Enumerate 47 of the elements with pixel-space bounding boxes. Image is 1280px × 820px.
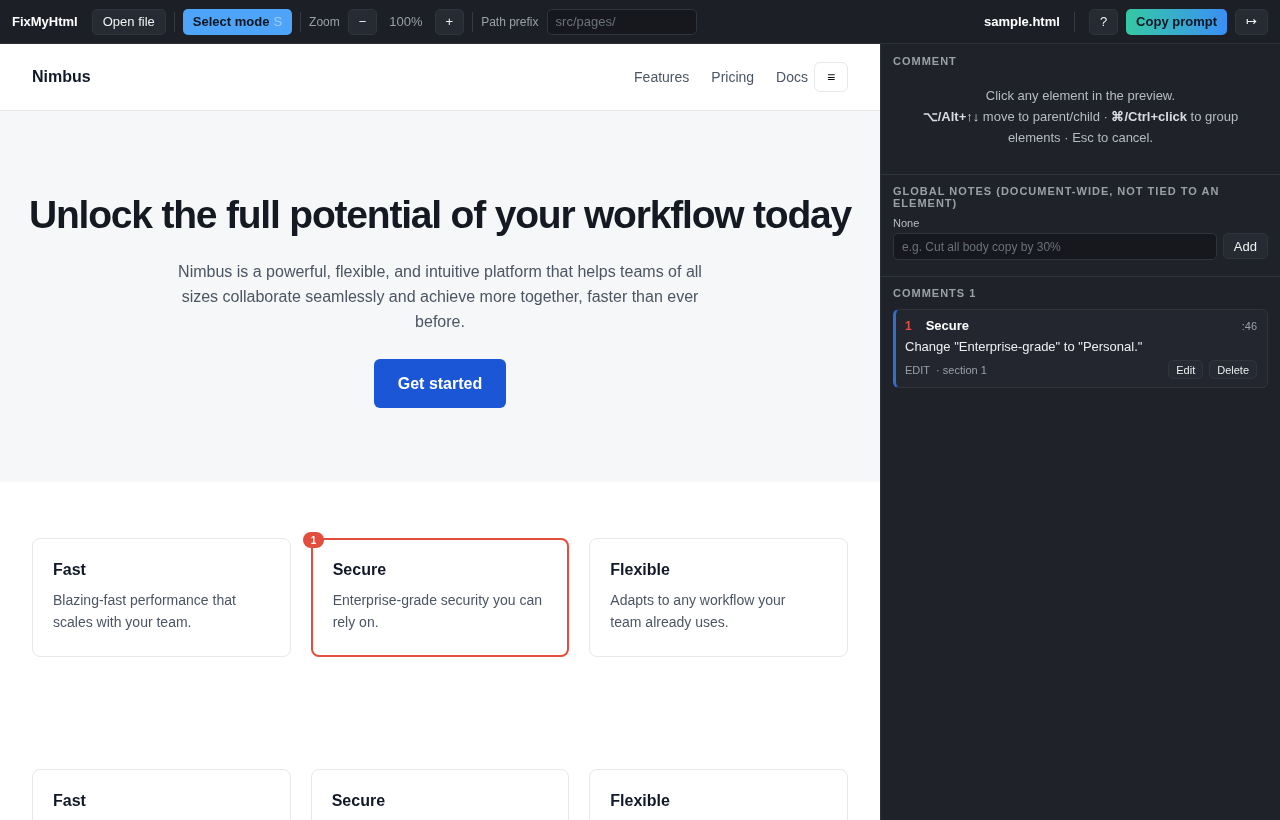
path-prefix-field[interactable]: src/pages/: [546, 8, 697, 35]
card-title: Flexible: [610, 792, 671, 810]
line-number: :46: [1241, 319, 1257, 332]
get-started-button[interactable]: Get started: [373, 359, 507, 408]
file-name: sample.html: [984, 14, 1060, 29]
hint-text: Click any element in the preview.: [984, 87, 1177, 105]
hero-text: Nimbus is a powerful, flexible, and intuitive platform that helps teams of all sizes collaborate seamlessly and achieve more together, faster than ever before.: [177, 262, 703, 332]
comment-location: · section 1: [936, 363, 987, 376]
path-prefix-label: Path prefix: [481, 14, 539, 29]
section-heading: COMMENTS 1: [893, 287, 978, 299]
delete-button[interactable]: Delete: [1209, 360, 1257, 379]
collapse-button[interactable]: ↦: [1235, 8, 1268, 35]
nav-link[interactable]: Features: [634, 69, 690, 85]
comment-text: Change "Enterprise-grade" to "Personal.": [905, 339, 1144, 354]
notes-value: None: [893, 217, 921, 229]
comment-type: EDIT: [905, 363, 931, 376]
zoom-out-button[interactable]: −: [347, 8, 378, 35]
zoom-in-button[interactable]: +: [434, 8, 465, 35]
card-text: Enterprise-grade security you can rely on.: [332, 591, 543, 632]
comment-title: Secure: [925, 318, 970, 333]
card-title: Secure: [331, 792, 387, 810]
card-text: Adapts to any workflow your team already uses.: [610, 591, 787, 632]
menu-button[interactable]: ≡: [814, 62, 848, 92]
edit-button[interactable]: Edit: [1168, 360, 1204, 379]
section-heading: COMMENT: [893, 55, 958, 67]
hint-text: ⌥/Alt+↑↓ move to parent/child · ⌘/Ctrl+click to group elements · Esc to cancel.: [921, 108, 1240, 147]
add-button[interactable]: Add: [1222, 233, 1268, 259]
nav-link[interactable]: Pricing: [711, 69, 755, 85]
open-file-button[interactable]: Open file: [91, 8, 166, 35]
card-title: Fast: [53, 561, 87, 579]
zoom-value: 100%: [388, 14, 424, 29]
card-title: Fast: [53, 792, 87, 810]
card-title: Secure: [332, 561, 388, 579]
section-heading: GLOBAL NOTES (DOCUMENT-WIDE, NOT TIED TO AN ELEMENT): [893, 185, 1221, 209]
card-text: Blazing-fast performance that scales with your team.: [53, 591, 237, 632]
comment-badge: 1: [302, 532, 325, 548]
select-mode-button[interactable]: Select mode S: [182, 8, 293, 35]
hero-title: Unlock the full potential of your workflow today: [28, 193, 852, 237]
app-name: FixMyHtml: [12, 14, 78, 29]
copy-prompt-button[interactable]: Copy prompt: [1126, 8, 1227, 35]
note-field[interactable]: e.g. Cut all body copy by 30%: [893, 233, 1217, 260]
help-button[interactable]: ?: [1088, 8, 1119, 35]
card-title: Flexible: [610, 561, 671, 579]
comment-number: 1: [905, 318, 912, 333]
zoom-label: Zoom: [309, 14, 340, 29]
nav-link[interactable]: Docs: [776, 69, 808, 85]
brand-name: Nimbus: [32, 68, 91, 86]
